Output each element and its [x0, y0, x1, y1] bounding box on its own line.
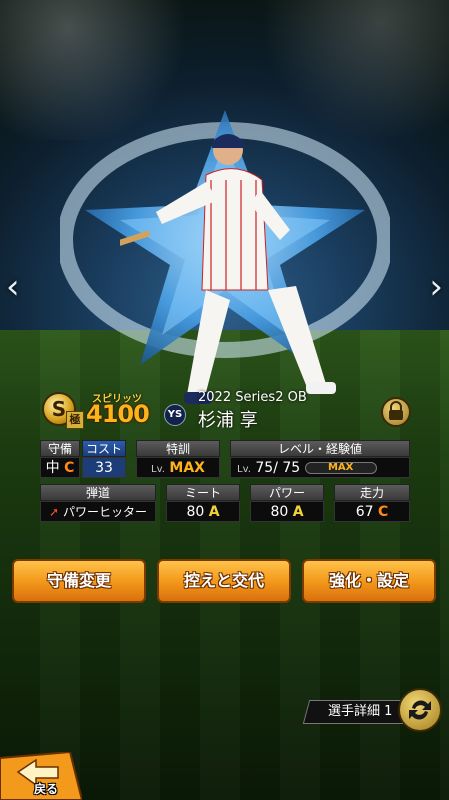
meet-grade: A — [208, 504, 220, 520]
training-value: Lv. MAX — [136, 457, 220, 478]
chevron-left-icon[interactable]: ‹ — [6, 270, 20, 304]
level-current: 75 — [255, 460, 274, 476]
lock-icon[interactable] — [381, 397, 411, 427]
player-illustration — [120, 134, 336, 404]
player-name: 杉浦 享 — [198, 410, 258, 431]
swap-icon[interactable] — [398, 688, 442, 732]
power-number: 80 — [270, 504, 289, 520]
training-level: MAX — [169, 460, 205, 476]
meet-value: 80 A — [166, 501, 240, 522]
action-bar: 守備変更 控えと交代 強化・設定 — [12, 559, 440, 605]
power-header: パワー — [250, 484, 324, 501]
trajectory-arrow-icon: ➚ — [49, 505, 60, 519]
position-value: 中 C — [40, 457, 80, 478]
position-header: 守備 — [40, 440, 80, 457]
level-max: 75 — [282, 460, 301, 476]
chevron-right-icon[interactable]: › — [429, 270, 443, 304]
exp-bar: MAX — [304, 462, 377, 474]
defense-change-button[interactable]: 守備変更 — [12, 559, 146, 603]
speed-grade: C — [378, 504, 389, 520]
level-prefix: Lv. — [237, 464, 251, 475]
training-header: 特訓 — [136, 440, 220, 457]
back-label: 戻る — [34, 782, 59, 796]
player-detail-screen: ‹ › S 極 スピリッツ 4100 YS 2022 Series2 OB 杉浦… — [0, 0, 449, 800]
speed-header: 走力 — [334, 484, 410, 501]
kiwami-badge: 極 — [66, 411, 84, 429]
spirit-value: 4100 — [86, 400, 150, 428]
speed-value: 67 C — [334, 501, 410, 522]
player-detail-label: 選手詳細 1 — [327, 704, 393, 719]
trajectory-header: 弾道 — [40, 484, 156, 501]
series-label: 2022 Series2 OB — [198, 390, 307, 405]
power-value: 80 A — [250, 501, 324, 522]
meet-number: 80 — [186, 504, 205, 520]
meet-header: ミート — [166, 484, 240, 501]
team-logo-icon: YS — [164, 404, 186, 426]
level-header: レベル・経験値 — [230, 440, 410, 457]
enhance-settings-button[interactable]: 強化・設定 — [302, 559, 436, 603]
trajectory-value: ➚ パワーヒッター — [40, 501, 156, 522]
bench-swap-button[interactable]: 控えと交代 — [157, 559, 291, 603]
power-grade: A — [292, 504, 304, 520]
level-value: Lv. 75/ 75 MAX — [230, 457, 410, 478]
position-grade: C — [64, 460, 75, 476]
cost-header: コスト — [82, 440, 126, 457]
position-name: 中 — [45, 460, 60, 476]
cost-value: 33 — [82, 457, 126, 478]
speed-number: 67 — [355, 504, 374, 520]
training-prefix: Lv. — [151, 464, 165, 475]
trajectory-type: パワーヒッター — [62, 505, 147, 519]
